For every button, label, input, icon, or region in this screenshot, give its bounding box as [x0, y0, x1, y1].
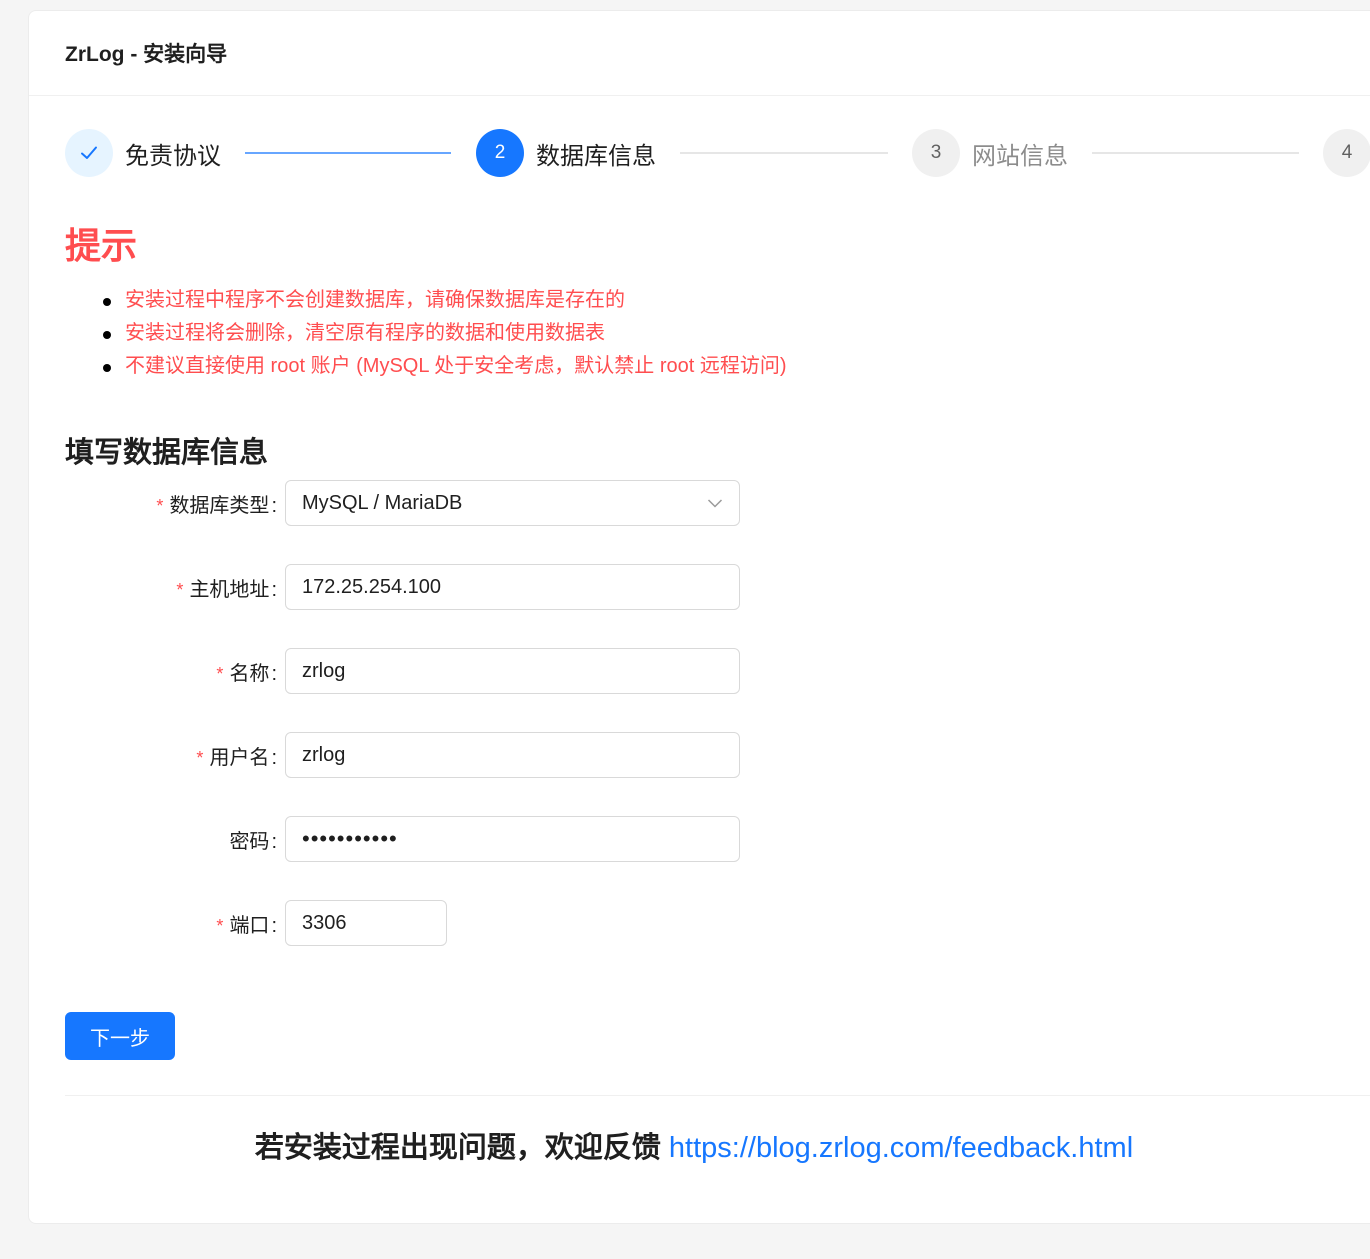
next-button[interactable]: 下一步 — [65, 1012, 175, 1060]
form-row-host: * 主机地址: 172.25.254.100 — [65, 563, 765, 611]
step-connector — [245, 152, 451, 154]
page-title: ZrLog - 安装向导 — [65, 43, 228, 66]
step-connector — [1092, 152, 1299, 154]
card-header: ZrLog - 安装向导 — [29, 11, 1370, 96]
divider — [65, 1095, 1370, 1096]
required-mark: * — [156, 495, 164, 516]
form-row-username: * 用户名: zrlog — [65, 731, 765, 779]
host-input[interactable]: 172.25.254.100 — [285, 564, 740, 610]
password-label: 密码: — [229, 830, 277, 853]
db-name-label: * 名称: — [216, 662, 277, 685]
step-disclaimer[interactable]: 免责协议 — [65, 129, 221, 177]
steps-bar: 免责协议 2 数据库信息 3 网站信息 4 — [65, 129, 1370, 177]
tip-heading: 提示 — [65, 225, 138, 266]
host-label: * 主机地址: — [176, 578, 277, 601]
username-input[interactable]: zrlog — [285, 732, 740, 778]
feedback-footer: 若安装过程出现问题，欢迎反馈 https://blog.zrlog.com/fe… — [0, 1124, 1370, 1166]
step-label: 免责协议 — [125, 142, 221, 170]
form-row-password: 密码: ••••••••••• — [65, 815, 765, 863]
username-label: * 用户名: — [196, 746, 277, 769]
form-title: 填写数据库信息 — [65, 437, 269, 469]
db-name-input[interactable]: zrlog — [285, 648, 740, 694]
check-icon — [65, 129, 113, 177]
port-input[interactable]: 3306 — [285, 900, 447, 946]
step-connector — [680, 152, 888, 154]
form-row-port: * 端口: 3306 — [65, 899, 765, 947]
port-label: * 端口: — [216, 914, 277, 937]
db-type-value: MySQL / MariaDB — [302, 491, 463, 514]
step-label: 网站信息 — [972, 142, 1068, 170]
tip-item: 安装过程中程序不会创建数据库，请确保数据库是存在的 — [65, 288, 787, 321]
db-type-select[interactable]: MySQL / MariaDB — [285, 480, 740, 526]
step-number: 4 — [1323, 129, 1370, 177]
chevron-down-icon — [707, 492, 723, 515]
install-wizard-card: ZrLog - 安装向导 免责协议 2 数据库信息 3 网站信息 4 提示 安装… — [28, 10, 1370, 1224]
tip-item: 安装过程将会删除，清空原有程序的数据和使用数据表 — [65, 321, 787, 354]
password-input[interactable]: ••••••••••• — [285, 816, 740, 862]
tip-item: 不建议直接使用 root 账户 (MySQL 处于安全考虑，默认禁止 root … — [65, 354, 787, 387]
step-website[interactable]: 3 网站信息 — [912, 129, 1068, 177]
form-row-name: * 名称: zrlog — [65, 647, 765, 695]
step-database[interactable]: 2 数据库信息 — [476, 129, 656, 177]
form-row-db-type: * 数据库类型: MySQL / MariaDB — [65, 479, 765, 527]
tip-list: 安装过程中程序不会创建数据库，请确保数据库是存在的 安装过程将会删除，清空原有程… — [65, 288, 787, 387]
feedback-text: 若安装过程出现问题，欢迎反馈 — [254, 1132, 661, 1164]
step-number: 2 — [476, 129, 524, 177]
step-label: 数据库信息 — [536, 142, 656, 170]
db-type-label: * 数据库类型: — [156, 494, 277, 517]
step-number: 3 — [912, 129, 960, 177]
feedback-link[interactable]: https://blog.zrlog.com/feedback.html — [669, 1132, 1133, 1164]
step-4[interactable]: 4 — [1323, 129, 1370, 177]
